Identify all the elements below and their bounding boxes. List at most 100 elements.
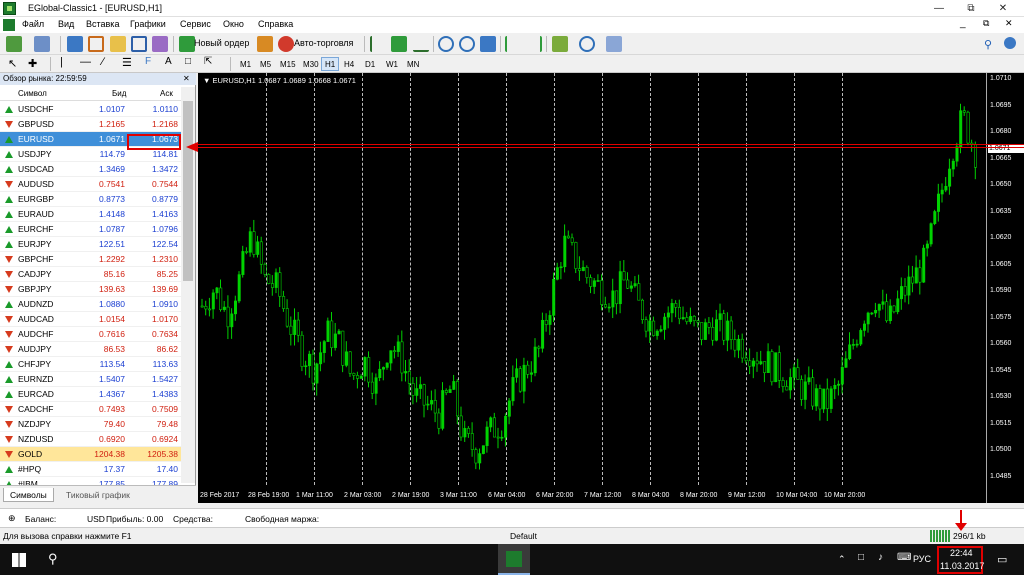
search-icon[interactable]: ⚲	[984, 38, 992, 51]
doc-minimize-button[interactable]: _	[960, 18, 966, 29]
symbol-row-eurgbp[interactable]: EURGBP 0.8773 0.8779	[0, 192, 181, 207]
tf-w1[interactable]: W1	[382, 57, 402, 71]
symbol-row-audchf[interactable]: AUDCHF 0.7616 0.7634	[0, 327, 181, 342]
tf-h1[interactable]: H1	[321, 57, 340, 71]
trend-line-icon[interactable]: ∕	[102, 56, 104, 68]
symbol-row-eurchf[interactable]: EURCHF 1.0787 1.0796	[0, 222, 181, 237]
symbol-row-audnzd[interactable]: AUDNZD 1.0880 1.0910	[0, 297, 181, 312]
indicators-icon[interactable]	[552, 36, 568, 52]
menu-view[interactable]: Вид	[58, 19, 74, 29]
line-chart-icon[interactable]	[413, 36, 429, 52]
label-icon[interactable]: □	[185, 56, 191, 67]
col-symbol[interactable]: Символ	[18, 87, 47, 101]
close-button[interactable]: ✕	[988, 0, 1018, 17]
tray-chevron-icon[interactable]: ⌃	[838, 554, 846, 565]
symbol-row-eurjpy[interactable]: EURJPY 122.51 122.54	[0, 237, 181, 252]
autotrading-icon[interactable]	[278, 36, 294, 52]
market-watch-icon[interactable]	[67, 36, 83, 52]
bar-chart-icon[interactable]	[370, 36, 386, 52]
symbol-row-nzdusd[interactable]: NZDUSD 0.6920 0.6924	[0, 432, 181, 447]
chart-shift-icon[interactable]	[526, 36, 542, 52]
market-watch-close-icon[interactable]: ✕	[183, 73, 190, 85]
symbol-row-cadchf[interactable]: CADCHF 0.7493 0.7509	[0, 402, 181, 417]
col-ask[interactable]: Аск	[160, 87, 173, 101]
taskbar-app-mt4[interactable]	[498, 544, 530, 575]
tf-h4[interactable]: H4	[340, 57, 358, 71]
minimize-button[interactable]: —	[924, 0, 954, 17]
tf-d1[interactable]: D1	[361, 57, 379, 71]
tf-m15[interactable]: M15	[276, 57, 300, 71]
navigator-icon[interactable]	[110, 36, 126, 52]
menu-help[interactable]: Справка	[258, 19, 293, 29]
doc-icon[interactable]	[3, 19, 15, 31]
price-axis[interactable]: 1.0710 1.0695 1.0680 1.0665 1.0650 1.0635 1.06…	[986, 73, 1024, 503]
symbol-row-gold[interactable]: GOLD 1204.38 1205.38	[0, 447, 181, 462]
new-order-icon[interactable]	[179, 36, 195, 52]
data-window-icon[interactable]	[88, 36, 104, 52]
symbol-row-eurcad[interactable]: EURCAD 1.4367 1.4383	[0, 387, 181, 402]
strategy-tester-icon[interactable]	[152, 36, 168, 52]
zoom-in-icon[interactable]	[438, 36, 454, 52]
profiles-icon[interactable]	[34, 36, 50, 52]
menu-insert[interactable]: Вставка	[86, 19, 119, 29]
symbol-row-gbpchf[interactable]: GBPCHF 1.2292 1.2310	[0, 252, 181, 267]
symbol-row-audcad[interactable]: AUDCAD 1.0154 1.0170	[0, 312, 181, 327]
col-bid[interactable]: Бид	[112, 87, 126, 101]
symbol-row-audusd[interactable]: AUDUSD 0.7541 0.7544	[0, 177, 181, 192]
symbol-row-usdchf[interactable]: USDCHF 1.0107 1.0110	[0, 102, 181, 117]
tf-m30[interactable]: M30	[299, 57, 323, 71]
doc-restore-button[interactable]: ⧉	[983, 18, 989, 29]
clock-date[interactable]: 11.03.2017	[940, 561, 984, 571]
fibonacci-icon[interactable]: F	[145, 56, 151, 67]
candlestick-icon[interactable]	[391, 36, 407, 52]
tab-symbols[interactable]: Символы	[3, 488, 54, 502]
menu-tools[interactable]: Сервис	[180, 19, 211, 29]
symbol-row-gbpusd[interactable]: GBPUSD 1.2165 1.2168	[0, 117, 181, 132]
terminal-toggle-icon[interactable]: ⊕	[8, 513, 16, 524]
symbol-row-gbpjpy[interactable]: GBPJPY 139.63 139.69	[0, 282, 181, 297]
menu-charts[interactable]: Графики	[130, 19, 166, 29]
tab-tick-chart[interactable]: Тиковый график	[60, 488, 136, 502]
doc-close-button[interactable]: ✕	[1005, 18, 1013, 29]
keyboard-icon[interactable]: ⌨	[897, 552, 911, 563]
community-icon[interactable]	[1004, 37, 1016, 49]
volume-icon[interactable]: ♪	[878, 552, 883, 563]
windows-start-icon[interactable]	[12, 553, 26, 567]
cursor-icon[interactable]: ↖	[8, 57, 17, 70]
symbol-row-euraud[interactable]: EURAUD 1.4148 1.4163	[0, 207, 181, 222]
symbol-row-audjpy[interactable]: AUDJPY 86.53 86.62	[0, 342, 181, 357]
templates-icon[interactable]	[606, 36, 622, 52]
tf-m5[interactable]: M5	[256, 57, 275, 71]
market-watch-scroll-thumb[interactable]	[183, 101, 193, 281]
new-order-button[interactable]: Новый ордер	[194, 38, 249, 48]
symbol-row-hpq[interactable]: #HPQ 17.37 17.40	[0, 462, 181, 477]
autotrading-button[interactable]: Авто-торговля	[294, 38, 353, 48]
language-indicator[interactable]: РУС	[913, 554, 931, 564]
vertical-line-icon[interactable]: |	[60, 56, 63, 68]
horizontal-line-icon[interactable]: —	[80, 56, 91, 68]
symbol-row-usdcad[interactable]: USDCAD 1.3469 1.3472	[0, 162, 181, 177]
menu-file[interactable]: Файл	[22, 19, 44, 29]
channel-icon[interactable]: ☰	[122, 56, 132, 69]
arrows-icon[interactable]: ⇱	[204, 56, 212, 67]
tf-m1[interactable]: M1	[236, 57, 255, 71]
symbol-row-eurnzd[interactable]: EURNZD 1.5407 1.5427	[0, 372, 181, 387]
zoom-out-icon[interactable]	[459, 36, 475, 52]
metaeditor-icon[interactable]	[257, 36, 273, 52]
terminal-icon[interactable]	[131, 36, 147, 52]
price-chart[interactable]: ▼ EURUSD,H1 1.0687 1.0689 1.0668 1.0671 …	[198, 73, 1024, 503]
symbol-row-cadjpy[interactable]: CADJPY 85.16 85.25	[0, 267, 181, 282]
search-taskbar-icon[interactable]: ⚲	[48, 551, 58, 567]
clock-time[interactable]: 22:44	[950, 548, 973, 558]
autoscroll-icon[interactable]	[505, 36, 521, 52]
tile-windows-icon[interactable]	[480, 36, 496, 52]
symbol-row-nzdjpy[interactable]: NZDJPY 79.40 79.48	[0, 417, 181, 432]
menu-window[interactable]: Окно	[223, 19, 244, 29]
symbol-row-chfjpy[interactable]: CHFJPY 113.54 113.63	[0, 357, 181, 372]
network-icon[interactable]: □	[858, 552, 864, 563]
text-icon[interactable]: A	[165, 56, 172, 67]
maximize-button[interactable]: ⧉	[956, 0, 986, 17]
crosshair-icon[interactable]: ✚	[28, 57, 37, 70]
periods-icon[interactable]	[579, 36, 595, 52]
new-chart-icon[interactable]	[6, 36, 22, 52]
